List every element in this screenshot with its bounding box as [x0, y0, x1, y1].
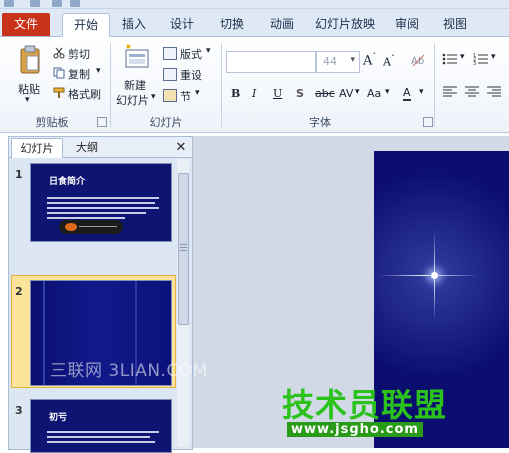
underline-button[interactable]: U	[273, 87, 282, 100]
tab-file[interactable]: 文件	[2, 13, 50, 36]
strikethrough-button[interactable]: abc	[315, 87, 335, 100]
scissors-icon	[53, 47, 65, 59]
slide-thumbnail-title: 日食简介	[49, 177, 86, 187]
format-painter-button[interactable]: 格式刷	[68, 86, 101, 102]
bullets-icon[interactable]	[442, 52, 458, 66]
section-button[interactable]: 节	[180, 88, 191, 104]
slide-thumbnail-1[interactable]: 日食简介	[30, 163, 172, 242]
slide-thumbnail-title: 初亏	[49, 413, 68, 423]
group-separator	[434, 43, 435, 127]
numbering-dropdown-icon[interactable]: ▾	[491, 52, 496, 62]
copy-icon	[53, 67, 65, 79]
save-icon[interactable]	[30, 0, 40, 7]
change-case-dropdown-icon[interactable]: ▾	[385, 87, 390, 97]
reset-button[interactable]: 重设	[180, 67, 202, 83]
slide-thumbnail-text	[47, 194, 159, 222]
font-size-value: 44	[323, 55, 337, 68]
new-slide-icon[interactable]	[123, 44, 151, 70]
section-dropdown-icon[interactable]: ▾	[195, 88, 200, 98]
new-slide-button[interactable]: 幻灯片	[116, 92, 149, 108]
bold-button[interactable]: B	[231, 87, 240, 100]
undo-icon[interactable]	[52, 0, 62, 7]
font-color-dropdown-icon[interactable]: ▾	[419, 87, 424, 97]
watermark-jsgho-logo: 技术员联盟	[282, 386, 448, 424]
quick-access-toolbar	[0, 0, 509, 9]
align-right-icon[interactable]	[487, 86, 501, 98]
close-pane-icon[interactable]: ✕	[173, 138, 189, 157]
slides-pane-scrollbar[interactable]	[177, 159, 189, 447]
clear-format-icon[interactable]: Ab	[410, 52, 426, 68]
clipboard-launcher-icon[interactable]	[97, 117, 107, 127]
slide-thumbnail-3[interactable]: 初亏	[30, 399, 172, 453]
group-separator	[221, 43, 222, 127]
eclipse-image	[59, 220, 123, 234]
star-flare-horizontal	[378, 275, 478, 276]
section-icon	[163, 89, 177, 102]
copy-button[interactable]: 复制	[68, 66, 90, 82]
italic-button[interactable]: I	[252, 87, 256, 100]
font-name-box[interactable]	[226, 51, 316, 73]
tab-review[interactable]: 审阅	[387, 13, 427, 35]
tab-outline[interactable]: 大纲	[65, 138, 109, 157]
copy-dropdown-icon[interactable]: ▾	[96, 66, 101, 76]
format-painter-icon	[53, 87, 65, 99]
char-spacing-button[interactable]: AV	[339, 87, 353, 100]
tab-insert[interactable]: 插入	[114, 13, 154, 35]
shadow-button[interactable]: S	[296, 87, 304, 100]
align-left-icon[interactable]	[443, 86, 457, 98]
new-slide-label[interactable]: 新建	[124, 77, 146, 93]
font-color-button[interactable]: A	[403, 87, 411, 101]
layout-dropdown-icon[interactable]: ▾	[206, 46, 211, 56]
new-slide-dropdown-icon[interactable]: ▾	[151, 92, 156, 102]
change-case-button[interactable]: Aa	[367, 87, 381, 100]
slide-number: 2	[15, 285, 23, 298]
watermark-jsgho-url: www.jsgho.com	[287, 422, 423, 437]
group-separator	[110, 43, 111, 127]
cut-button[interactable]: 剪切	[68, 46, 90, 62]
layout-icon	[163, 47, 177, 60]
bullets-dropdown-icon[interactable]: ▾	[460, 52, 465, 62]
clipboard-group-label: 剪贴板	[35, 116, 69, 129]
star-icon	[431, 272, 438, 279]
slides-group-label: 幻灯片	[149, 116, 183, 129]
slide-thumbnail-text	[47, 428, 159, 446]
slide-number: 3	[15, 404, 23, 417]
char-spacing-dropdown-icon[interactable]: ▾	[355, 87, 360, 97]
slides-pane: 幻灯片 大纲 ✕ 1 日食简介 2 3 初亏	[8, 136, 193, 453]
layout-button[interactable]: 版式	[180, 46, 202, 62]
font-size-box[interactable]: 44 ▾	[316, 51, 360, 73]
slide-number: 1	[15, 168, 23, 181]
paste-dropdown-icon[interactable]: ▾	[25, 95, 30, 105]
tab-slides[interactable]: 幻灯片	[11, 138, 63, 158]
paste-icon[interactable]	[18, 45, 42, 75]
font-launcher-icon[interactable]	[423, 117, 433, 127]
scrollbar-thumb[interactable]	[178, 173, 189, 325]
align-center-icon[interactable]	[465, 86, 479, 98]
tab-home[interactable]: 开始	[62, 13, 110, 37]
grow-font-icon[interactable]: Aˆ	[363, 52, 376, 68]
tab-slideshow[interactable]: 幻灯片放映	[309, 13, 381, 35]
pane-tab-bar: 幻灯片 大纲 ✕	[9, 137, 192, 158]
watermark-3lian: 三联网 3LIAN.COM	[50, 361, 208, 381]
redo-icon[interactable]	[70, 0, 80, 7]
tab-animations[interactable]: 动画	[262, 13, 302, 35]
svg-text:3: 3	[473, 61, 476, 66]
tab-design[interactable]: 设计	[162, 13, 202, 35]
tab-transitions[interactable]: 切换	[212, 13, 252, 35]
ribbon-tab-bar: 文件 开始 插入 设计 切换 动画 幻灯片放映 审阅 视图	[0, 9, 509, 37]
font-size-dropdown-icon[interactable]: ▾	[350, 55, 355, 65]
reset-icon	[163, 68, 177, 81]
shrink-font-icon[interactable]: Aˇ	[383, 54, 395, 69]
numbering-icon[interactable]: 123	[473, 52, 489, 67]
ribbon: 粘贴 ▾ 剪切 复制 ▾ 格式刷 剪贴板 新建 幻灯片 ▾ 版式 ▾ 重设 节 …	[0, 37, 509, 133]
tab-view[interactable]: 视图	[435, 13, 475, 35]
font-group-label: 字体	[309, 116, 331, 129]
app-icon	[4, 0, 14, 7]
